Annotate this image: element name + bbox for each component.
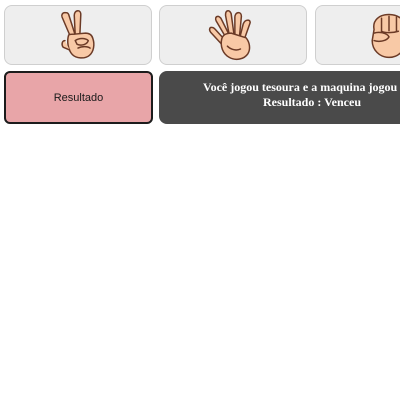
game-page: Resultado Você jogou tesoura e a maquina…	[0, 0, 400, 400]
result-label: Resultado	[4, 71, 153, 124]
rock-button[interactable]	[315, 5, 400, 65]
result-display: Você jogou tesoura e a maquina jogou pa …	[159, 71, 400, 124]
open-hand-icon	[208, 9, 251, 61]
result-status: Resultado : Venceu	[263, 95, 362, 109]
fist-hand-icon	[371, 13, 400, 59]
result-message: Você jogou tesoura e a maquina jogou pa	[203, 80, 400, 94]
scissors-hand-icon	[61, 9, 95, 59]
scissors-button[interactable]	[4, 5, 152, 65]
paper-button[interactable]	[159, 5, 307, 65]
result-label-text: Resultado	[53, 91, 104, 104]
